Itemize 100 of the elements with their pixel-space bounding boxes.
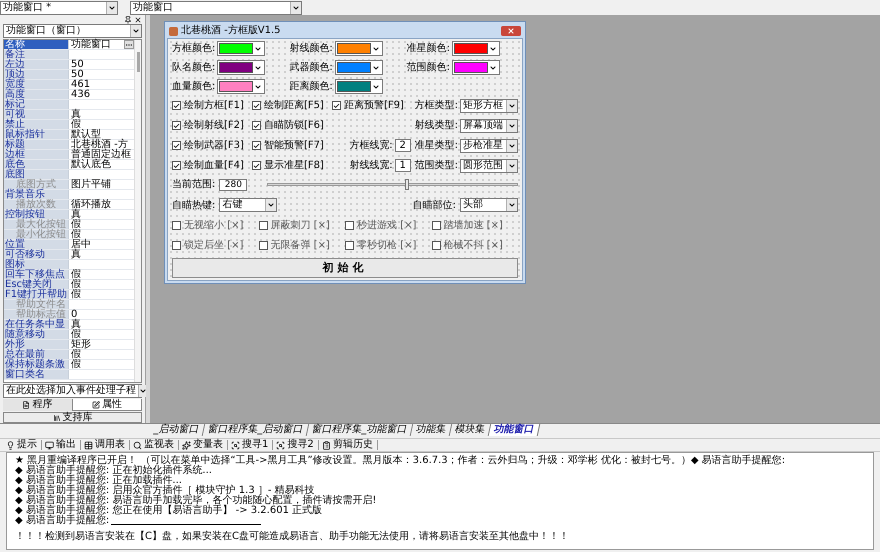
object-select[interactable]: 功能窗口（窗口） xyxy=(3,24,142,38)
checkbox[interactable] xyxy=(432,241,440,250)
property-row[interactable]: 位置 居中 xyxy=(4,240,134,250)
output-tab[interactable]: 搜寻1 xyxy=(231,440,274,450)
ellipsis-button[interactable] xyxy=(124,40,134,49)
color-select[interactable] xyxy=(217,60,266,75)
type-select[interactable]: 步枪准星 xyxy=(460,138,518,152)
output-tab[interactable]: 输出 xyxy=(45,440,81,450)
property-row[interactable]: 鼠标指针 默认型 xyxy=(4,130,134,140)
checkbox[interactable] xyxy=(252,141,261,150)
lightbulb-icon xyxy=(6,440,15,450)
property-value: 默认型 xyxy=(71,130,101,140)
property-row[interactable]: 窗口类名 xyxy=(4,370,134,380)
property-name: 标记 xyxy=(4,100,68,109)
output-tab[interactable]: 提示 xyxy=(6,440,42,450)
output-line: ◆ 易语言助手提醒您: 您正在使用【易语言助手】 -> 3.2.601 正式版 xyxy=(15,506,324,516)
color-select[interactable] xyxy=(334,79,383,94)
aim-select[interactable]: 头部 xyxy=(460,198,518,212)
color-select[interactable] xyxy=(334,41,383,56)
checkbox[interactable] xyxy=(172,161,181,170)
type-select[interactable]: 屏幕顶端 xyxy=(460,118,518,132)
property-row[interactable]: 顶边 50 xyxy=(4,70,134,80)
checkbox[interactable] xyxy=(432,221,440,230)
init-button[interactable]: 初始化 xyxy=(172,258,518,278)
type-select[interactable]: 圆形范围 xyxy=(460,158,518,172)
output-line: ◆ 易语言助手提醒您: 启用众官方插件［ 模块守护 1.3 ］- 精易科技 xyxy=(15,486,315,496)
checkbox[interactable] xyxy=(172,121,181,130)
property-name: 可否移动 xyxy=(4,250,68,259)
document-icon xyxy=(22,401,30,409)
color-select[interactable] xyxy=(334,60,383,75)
color-select[interactable] xyxy=(217,41,266,56)
checkbox[interactable] xyxy=(172,141,181,150)
property-row[interactable]: 控制按钮 真 xyxy=(4,210,134,220)
library-button[interactable]: 支持库 xyxy=(3,412,142,423)
property-row[interactable]: 回车下移焦点 假 xyxy=(4,270,134,280)
checkbox[interactable] xyxy=(258,221,268,230)
setting-label: 射线线宽: xyxy=(349,158,393,173)
checkbox[interactable] xyxy=(172,221,181,230)
property-row[interactable]: 左边 50 xyxy=(4,60,134,70)
checkbox[interactable] xyxy=(258,241,268,250)
output-tab[interactable]: 监视表 xyxy=(133,440,179,450)
property-name: 名称 xyxy=(4,40,68,49)
output-tab[interactable]: 剪辑历史 xyxy=(322,440,378,450)
checkbox[interactable] xyxy=(172,101,181,110)
window-select[interactable]: 功能窗口 xyxy=(130,0,302,14)
property-row[interactable]: 可视 真 xyxy=(4,110,134,120)
checkbox[interactable] xyxy=(345,241,354,250)
property-name: Esc键关闭 xyxy=(4,280,68,289)
number-field[interactable]: 1 xyxy=(394,159,411,172)
property-name: 保持标题条激 xyxy=(4,360,68,369)
property-row[interactable]: 帮助标志值 0 xyxy=(4,310,134,320)
checkbox[interactable] xyxy=(332,101,341,110)
checkbox-label: 智能预警[F7] xyxy=(264,138,324,153)
color-select[interactable] xyxy=(217,79,266,94)
property-row[interactable]: 背景音乐 xyxy=(4,190,134,200)
property-value: 矩形 xyxy=(71,340,91,350)
property-row[interactable]: 禁止 假 xyxy=(4,120,134,130)
property-name: 宽度 xyxy=(4,80,68,89)
property-row[interactable]: 最大化按钮 假 xyxy=(4,220,134,230)
output-tab[interactable]: 调用表 xyxy=(84,440,130,450)
range-field[interactable]: 280 xyxy=(219,178,248,190)
close-icon[interactable] xyxy=(134,16,142,24)
code-tab[interactable]: 窗口程序集_启动窗口 xyxy=(202,424,310,436)
property-value: 真 xyxy=(71,210,81,220)
property-row[interactable]: 宽度 461 xyxy=(4,80,134,90)
output-tab[interactable]: 搜寻2 xyxy=(276,440,319,450)
close-button[interactable] xyxy=(501,26,521,36)
range-label: 当前范围: xyxy=(172,178,216,192)
property-row[interactable]: 总在最前 假 xyxy=(4,350,134,360)
property-row[interactable]: 图标 xyxy=(4,260,134,270)
checkbox-label: 距离预警[F9] xyxy=(344,98,404,113)
code-tab[interactable]: 窗口程序集_功能窗口 xyxy=(306,424,414,436)
number-field[interactable]: 2 xyxy=(394,139,411,152)
checkbox[interactable] xyxy=(345,221,354,230)
type-select[interactable]: 矩形方框 xyxy=(460,98,518,112)
output-tab[interactable]: 变量表 xyxy=(182,440,228,450)
checkbox[interactable] xyxy=(252,161,261,170)
pin-icon[interactable] xyxy=(124,16,132,24)
code-tab[interactable]: 模块集 xyxy=(450,424,492,436)
property-row[interactable]: 标记 xyxy=(4,100,134,110)
panel-tab[interactable]: 属性 xyxy=(72,399,142,411)
code-tab[interactable]: 功能集 xyxy=(410,424,452,436)
scrollbar[interactable] xyxy=(134,40,141,382)
slider-thumb[interactable] xyxy=(405,179,410,190)
property-row[interactable]: 底图 xyxy=(4,170,134,180)
checkbox[interactable] xyxy=(252,121,261,130)
property-row[interactable]: 外形 矩形 xyxy=(4,340,134,350)
window-select[interactable]: 功能窗口 * xyxy=(0,0,118,14)
checkbox[interactable] xyxy=(252,101,261,110)
property-value: 北巷桃酒 -方 xyxy=(71,140,128,150)
checkbox-label: 绘制方框[F1] xyxy=(184,98,244,113)
color-select[interactable] xyxy=(452,41,500,56)
property-row[interactable]: Esc键关闭 假 xyxy=(4,280,134,290)
checkbox[interactable] xyxy=(172,241,181,250)
panel-tab[interactable]: 程序 xyxy=(3,399,72,411)
library-icon xyxy=(52,414,60,422)
color-select[interactable] xyxy=(452,60,500,75)
aim-select[interactable]: 右键 xyxy=(219,198,278,212)
property-row[interactable]: 备注 xyxy=(4,50,134,60)
code-tab[interactable]: 功能窗口 xyxy=(488,424,540,436)
